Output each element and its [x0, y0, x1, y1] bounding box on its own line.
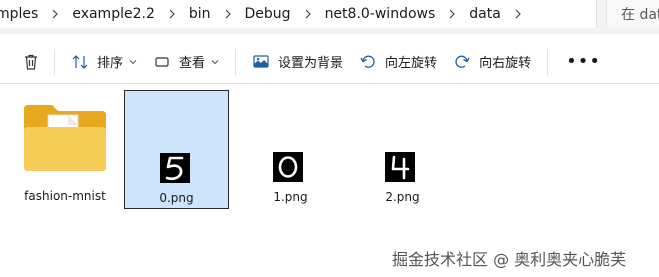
file-name: fashion-mnist — [24, 189, 106, 203]
more-icon: ••• — [566, 51, 601, 72]
view-label: 查看 — [179, 56, 206, 71]
file-name: 1.png — [273, 190, 308, 204]
sort-icon — [72, 54, 88, 69]
breadcrumb-item-mples[interactable]: mples — [0, 6, 42, 22]
breadcrumb-item-bin[interactable]: bin — [185, 6, 215, 22]
rotate-right-button[interactable]: 向右旋转 — [445, 46, 539, 78]
sort-button[interactable]: 排序 — [63, 46, 145, 78]
chevron-right-icon[interactable] — [215, 9, 241, 19]
watermark: 掘金技术社区 @ 奥利奥夹心脆芙 — [392, 250, 627, 269]
chevron-right-icon[interactable] — [159, 9, 185, 19]
search-input[interactable]: 在 data — [606, 0, 659, 28]
image-thumbnail — [385, 152, 415, 182]
set-background-button[interactable]: 设置为背景 — [244, 46, 351, 78]
digit-image — [391, 155, 410, 180]
file-item[interactable]: 1.png — [238, 90, 343, 209]
chevron-right-icon[interactable] — [505, 9, 531, 19]
digit-image — [278, 156, 298, 178]
chevron-right-icon[interactable] — [439, 9, 465, 19]
search-placeholder: 在 data — [621, 7, 659, 23]
view-icon — [155, 56, 169, 67]
toolbar-divider — [54, 48, 55, 75]
image-thumbnail — [273, 152, 303, 182]
folder-icon — [24, 105, 106, 171]
breadcrumb-item-net[interactable]: net8.0-windows — [321, 6, 440, 22]
command-bar: 排序 查看 设置为背景 向左旋转 向右旋转 ••• — [0, 40, 659, 84]
file-item-selected[interactable]: 0.png — [124, 90, 229, 209]
chevron-right-icon[interactable] — [42, 9, 68, 19]
sort-label: 排序 — [97, 56, 124, 71]
file-name: 0.png — [159, 191, 194, 205]
chevron-down-icon — [211, 59, 219, 64]
chevron-down-icon — [129, 59, 137, 64]
rotate-right-icon — [455, 55, 470, 68]
image-thumbnail — [160, 153, 190, 183]
file-name: 2.png — [385, 190, 420, 204]
set-background-label: 设置为背景 — [278, 56, 344, 71]
more-options-button[interactable]: ••• — [556, 46, 611, 78]
delete-button[interactable] — [16, 46, 46, 78]
folder-item[interactable]: fashion-mnist — [14, 95, 116, 205]
rotate-left-icon — [360, 55, 375, 68]
toolbar-divider — [547, 48, 549, 75]
toolbar-divider — [235, 48, 237, 75]
view-button[interactable]: 查看 — [145, 46, 227, 78]
rotate-left-button[interactable]: 向左旋转 — [351, 46, 445, 78]
rotate-left-label: 向左旋转 — [385, 56, 438, 71]
digit-image — [165, 156, 184, 181]
breadcrumb-item-debug[interactable]: Debug — [241, 6, 295, 22]
rotate-right-label: 向右旋转 — [479, 56, 532, 71]
chevron-right-icon[interactable] — [295, 9, 321, 19]
breadcrumb[interactable]: mples example2.2 bin Debug net8.0-window… — [0, 0, 597, 28]
address-bar[interactable]: mples example2.2 bin Debug net8.0-window… — [0, 0, 659, 34]
file-item[interactable]: 2.png — [350, 90, 455, 209]
wallpaper-icon — [253, 54, 269, 68]
breadcrumb-item-example[interactable]: example2.2 — [68, 6, 159, 22]
trash-icon — [25, 54, 37, 70]
breadcrumb-item-data[interactable]: data — [465, 6, 505, 22]
